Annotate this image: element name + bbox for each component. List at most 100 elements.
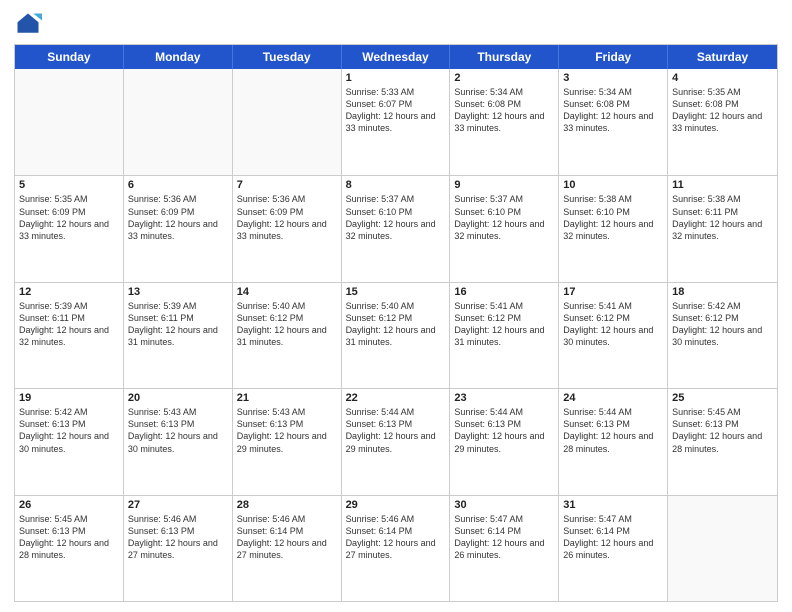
day-number: 24 — [563, 392, 663, 404]
header-day-tuesday: Tuesday — [233, 45, 342, 69]
header-day-thursday: Thursday — [450, 45, 559, 69]
day-info: Sunrise: 5:37 AM Sunset: 6:10 PM Dayligh… — [454, 193, 554, 242]
calendar-day-27: 27Sunrise: 5:46 AM Sunset: 6:13 PM Dayli… — [124, 496, 233, 601]
calendar-day-3: 3 Sunrise: 5:34 AM Sunset: 6:08 PM Daylig… — [559, 69, 668, 175]
calendar-day-19: 19 Sunrise: 5:42 AM Sunset: 6:13 PM Dayli… — [15, 389, 124, 494]
logo-icon — [14, 10, 42, 38]
calendar-day-26: 26Sunrise: 5:45 AM Sunset: 6:13 PM Dayli… — [15, 496, 124, 601]
calendar-day-31: 31 Sunrise: 5:47 AM Sunset: 6:14 PM Dayli… — [559, 496, 668, 601]
day-number: 20 — [128, 392, 228, 404]
day-info: Sunrise: 5:39 AM Sunset: 6:11 PM Dayligh… — [19, 300, 119, 349]
day-number: 31 — [563, 499, 663, 511]
calendar-week-1: 1 Sunrise: 5:33 AM Sunset: 6:07 PM Daylig… — [15, 69, 777, 175]
day-info: Sunrise: 5:34 AM Sunset: 6:08 PM Dayligh… — [563, 86, 663, 135]
day-number: 3 — [563, 72, 663, 84]
day-info: Sunrise: 5:37 AM Sunset: 6:10 PM Dayligh… — [346, 193, 446, 242]
calendar-day-25: 25 Sunrise: 5:45 AM Sunset: 6:13 PM Dayli… — [668, 389, 777, 494]
day-number: 17 — [563, 286, 663, 298]
calendar-empty-cell — [668, 496, 777, 601]
calendar-day-9: 9 Sunrise: 5:37 AM Sunset: 6:10 PM Daylig… — [450, 176, 559, 281]
day-info: Sunrise: 5:42 AM Sunset: 6:13 PM Dayligh… — [19, 406, 119, 455]
day-info: Sunrise: 5:46 AM Sunset: 6:14 PM Dayligh… — [346, 513, 446, 562]
header-day-wednesday: Wednesday — [342, 45, 451, 69]
day-number: 9 — [454, 179, 554, 191]
calendar-day-10: 10Sunrise: 5:38 AM Sunset: 6:10 PM Dayli… — [559, 176, 668, 281]
calendar-day-8: 8 Sunrise: 5:37 AM Sunset: 6:10 PM Daylig… — [342, 176, 451, 281]
calendar-empty-cell — [233, 69, 342, 175]
day-info: Sunrise: 5:35 AM Sunset: 6:09 PM Dayligh… — [19, 193, 119, 242]
logo — [14, 10, 46, 38]
day-info: Sunrise: 5:39 AM Sunset: 6:11 PM Dayligh… — [128, 300, 228, 349]
day-info: Sunrise: 5:45 AM Sunset: 6:13 PM Dayligh… — [19, 513, 119, 562]
header-day-monday: Monday — [124, 45, 233, 69]
calendar-week-4: 19 Sunrise: 5:42 AM Sunset: 6:13 PM Dayli… — [15, 388, 777, 494]
calendar-day-2: 2 Sunrise: 5:34 AM Sunset: 6:08 PM Daylig… — [450, 69, 559, 175]
day-info: Sunrise: 5:47 AM Sunset: 6:14 PM Dayligh… — [563, 513, 663, 562]
calendar-day-22: 22 Sunrise: 5:44 AM Sunset: 6:13 PM Dayli… — [342, 389, 451, 494]
day-info: Sunrise: 5:44 AM Sunset: 6:13 PM Dayligh… — [346, 406, 446, 455]
day-info: Sunrise: 5:41 AM Sunset: 6:12 PM Dayligh… — [563, 300, 663, 349]
day-number: 10 — [563, 179, 663, 191]
calendar-day-28: 28 Sunrise: 5:46 AM Sunset: 6:14 PM Dayli… — [233, 496, 342, 601]
day-info: Sunrise: 5:43 AM Sunset: 6:13 PM Dayligh… — [128, 406, 228, 455]
day-number: 28 — [237, 499, 337, 511]
day-number: 6 — [128, 179, 228, 191]
day-number: 13 — [128, 286, 228, 298]
header — [14, 10, 778, 38]
calendar-day-20: 20 Sunrise: 5:43 AM Sunset: 6:13 PM Dayli… — [124, 389, 233, 494]
header-day-sunday: Sunday — [15, 45, 124, 69]
calendar-day-16: 16Sunrise: 5:41 AM Sunset: 6:12 PM Dayli… — [450, 283, 559, 388]
calendar-day-24: 24 Sunrise: 5:44 AM Sunset: 6:13 PM Dayli… — [559, 389, 668, 494]
day-info: Sunrise: 5:45 AM Sunset: 6:13 PM Dayligh… — [672, 406, 773, 455]
day-info: Sunrise: 5:44 AM Sunset: 6:13 PM Dayligh… — [454, 406, 554, 455]
calendar-day-12: 12Sunrise: 5:39 AM Sunset: 6:11 PM Dayli… — [15, 283, 124, 388]
day-number: 1 — [346, 72, 446, 84]
calendar-day-23: 23Sunrise: 5:44 AM Sunset: 6:13 PM Dayli… — [450, 389, 559, 494]
calendar-day-17: 17 Sunrise: 5:41 AM Sunset: 6:12 PM Dayli… — [559, 283, 668, 388]
calendar-empty-cell — [15, 69, 124, 175]
day-number: 4 — [672, 72, 773, 84]
day-info: Sunrise: 5:40 AM Sunset: 6:12 PM Dayligh… — [237, 300, 337, 349]
calendar-day-13: 13 Sunrise: 5:39 AM Sunset: 6:11 PM Dayli… — [124, 283, 233, 388]
day-number: 11 — [672, 179, 773, 191]
day-number: 30 — [454, 499, 554, 511]
day-number: 14 — [237, 286, 337, 298]
calendar-day-4: 4 Sunrise: 5:35 AM Sunset: 6:08 PM Daylig… — [668, 69, 777, 175]
calendar-day-5: 5 Sunrise: 5:35 AM Sunset: 6:09 PM Daylig… — [15, 176, 124, 281]
day-number: 27 — [128, 499, 228, 511]
day-number: 19 — [19, 392, 119, 404]
calendar-day-30: 30Sunrise: 5:47 AM Sunset: 6:14 PM Dayli… — [450, 496, 559, 601]
calendar-week-5: 26Sunrise: 5:45 AM Sunset: 6:13 PM Dayli… — [15, 495, 777, 601]
calendar-week-2: 5 Sunrise: 5:35 AM Sunset: 6:09 PM Daylig… — [15, 175, 777, 281]
calendar: SundayMondayTuesdayWednesdayThursdayFrid… — [14, 44, 778, 602]
header-day-friday: Friday — [559, 45, 668, 69]
calendar-day-29: 29 Sunrise: 5:46 AM Sunset: 6:14 PM Dayli… — [342, 496, 451, 601]
calendar-week-3: 12Sunrise: 5:39 AM Sunset: 6:11 PM Dayli… — [15, 282, 777, 388]
day-info: Sunrise: 5:40 AM Sunset: 6:12 PM Dayligh… — [346, 300, 446, 349]
day-number: 8 — [346, 179, 446, 191]
day-info: Sunrise: 5:46 AM Sunset: 6:14 PM Dayligh… — [237, 513, 337, 562]
calendar-header-row: SundayMondayTuesdayWednesdayThursdayFrid… — [15, 45, 777, 69]
calendar-day-1: 1 Sunrise: 5:33 AM Sunset: 6:07 PM Daylig… — [342, 69, 451, 175]
calendar-body: 1 Sunrise: 5:33 AM Sunset: 6:07 PM Daylig… — [15, 69, 777, 601]
day-number: 22 — [346, 392, 446, 404]
day-number: 29 — [346, 499, 446, 511]
day-number: 18 — [672, 286, 773, 298]
day-info: Sunrise: 5:33 AM Sunset: 6:07 PM Dayligh… — [346, 86, 446, 135]
calendar-day-15: 15Sunrise: 5:40 AM Sunset: 6:12 PM Dayli… — [342, 283, 451, 388]
day-info: Sunrise: 5:38 AM Sunset: 6:11 PM Dayligh… — [672, 193, 773, 242]
day-number: 7 — [237, 179, 337, 191]
day-info: Sunrise: 5:35 AM Sunset: 6:08 PM Dayligh… — [672, 86, 773, 135]
day-info: Sunrise: 5:36 AM Sunset: 6:09 PM Dayligh… — [128, 193, 228, 242]
calendar-day-11: 11 Sunrise: 5:38 AM Sunset: 6:11 PM Dayli… — [668, 176, 777, 281]
calendar-day-7: 7Sunrise: 5:36 AM Sunset: 6:09 PM Daylig… — [233, 176, 342, 281]
page: SundayMondayTuesdayWednesdayThursdayFrid… — [0, 0, 792, 612]
calendar-day-14: 14 Sunrise: 5:40 AM Sunset: 6:12 PM Dayli… — [233, 283, 342, 388]
day-number: 2 — [454, 72, 554, 84]
calendar-day-6: 6 Sunrise: 5:36 AM Sunset: 6:09 PM Daylig… — [124, 176, 233, 281]
day-info: Sunrise: 5:44 AM Sunset: 6:13 PM Dayligh… — [563, 406, 663, 455]
calendar-day-18: 18Sunrise: 5:42 AM Sunset: 6:12 PM Dayli… — [668, 283, 777, 388]
day-number: 25 — [672, 392, 773, 404]
day-number: 5 — [19, 179, 119, 191]
day-info: Sunrise: 5:34 AM Sunset: 6:08 PM Dayligh… — [454, 86, 554, 135]
